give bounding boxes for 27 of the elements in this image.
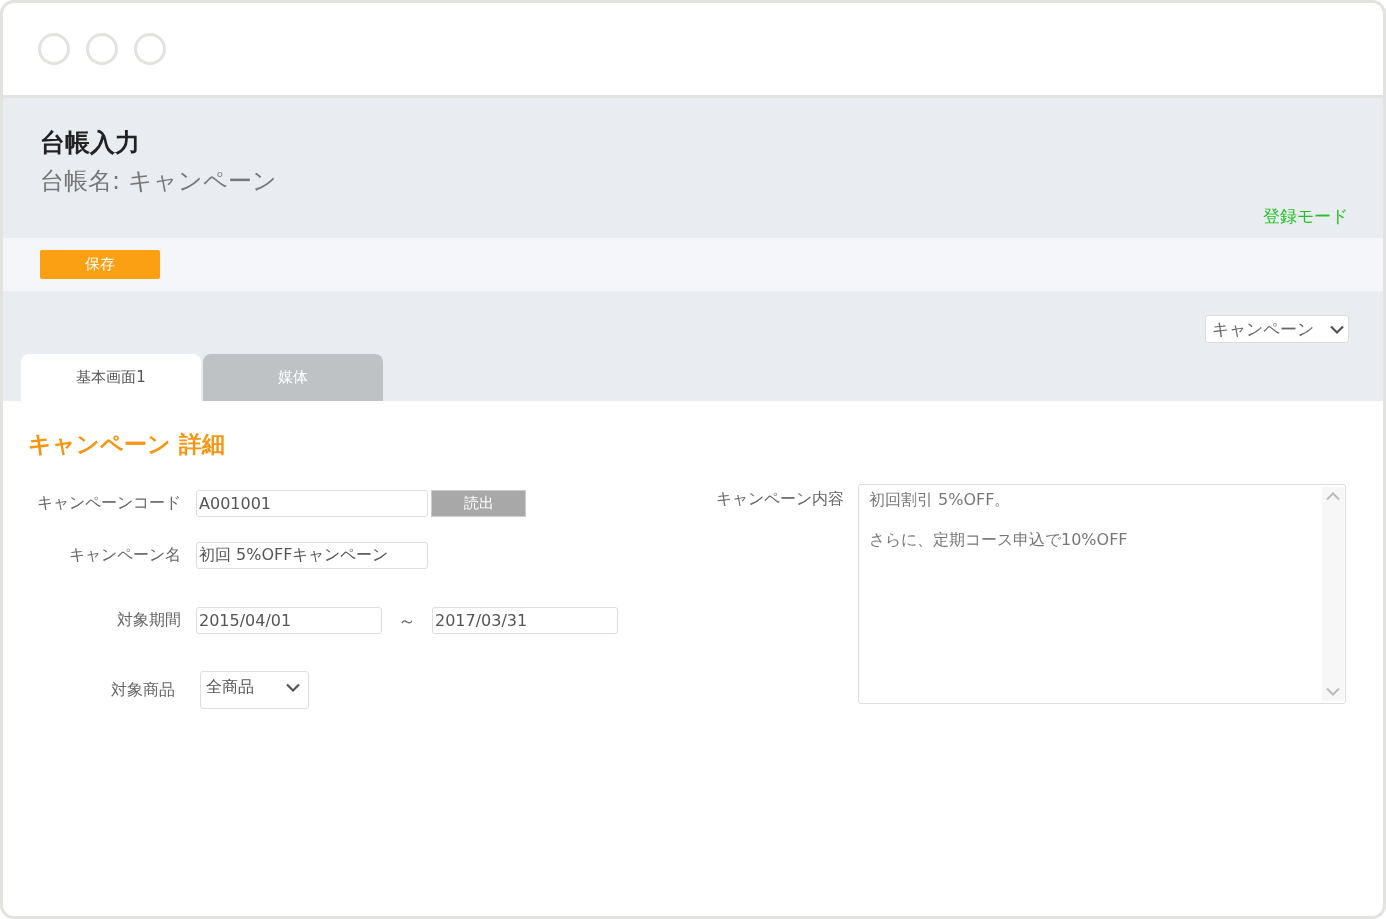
input-field[interactable]: A001001 (196, 490, 428, 517)
scroll-up-icon[interactable] (1326, 492, 1340, 501)
tab[interactable]: 基本画面1 (21, 354, 201, 401)
window-control-icon[interactable] (134, 33, 166, 65)
text-line: さらに、定期コース申込で10%OFF (869, 530, 1128, 550)
date-field[interactable]: 2015/04/01 (196, 607, 382, 634)
page-title: 台帳入力 (40, 127, 141, 159)
ledger-select[interactable]: キャンペーン (1205, 315, 1349, 343)
field-label: 対象商品 (110, 679, 175, 701)
mode-label: 登録モード (1263, 205, 1348, 228)
chevron-down-icon (1330, 324, 1344, 334)
date-field[interactable]: 2017/03/31 (432, 607, 618, 634)
scroll-down-icon[interactable] (1326, 687, 1340, 696)
range-separator: ～ (397, 608, 417, 633)
window-control-icon[interactable] (38, 33, 70, 65)
input-field[interactable]: 初回 5%OFFキャンペーン (196, 542, 428, 569)
field-label: キャンペーンコード (36, 493, 181, 514)
text-area[interactable]: 初回割引 5%OFF。 さらに、定期コース申込で10%OFF (858, 484, 1346, 704)
text-line: 初回割引 5%OFF。 (869, 490, 1011, 510)
field-label: キャンペーン名 (68, 545, 181, 566)
field-label: キャンペーン内容 (716, 489, 844, 510)
chevron-down-icon (286, 682, 300, 692)
section-title: キャンペーン 詳細 (28, 430, 226, 459)
field-label: 対象期間 (116, 610, 181, 631)
ledger-name: 台帳名: キャンペーン (40, 166, 278, 197)
product-select[interactable]: 全商品 (200, 671, 309, 709)
window-control-icon[interactable] (86, 33, 118, 65)
